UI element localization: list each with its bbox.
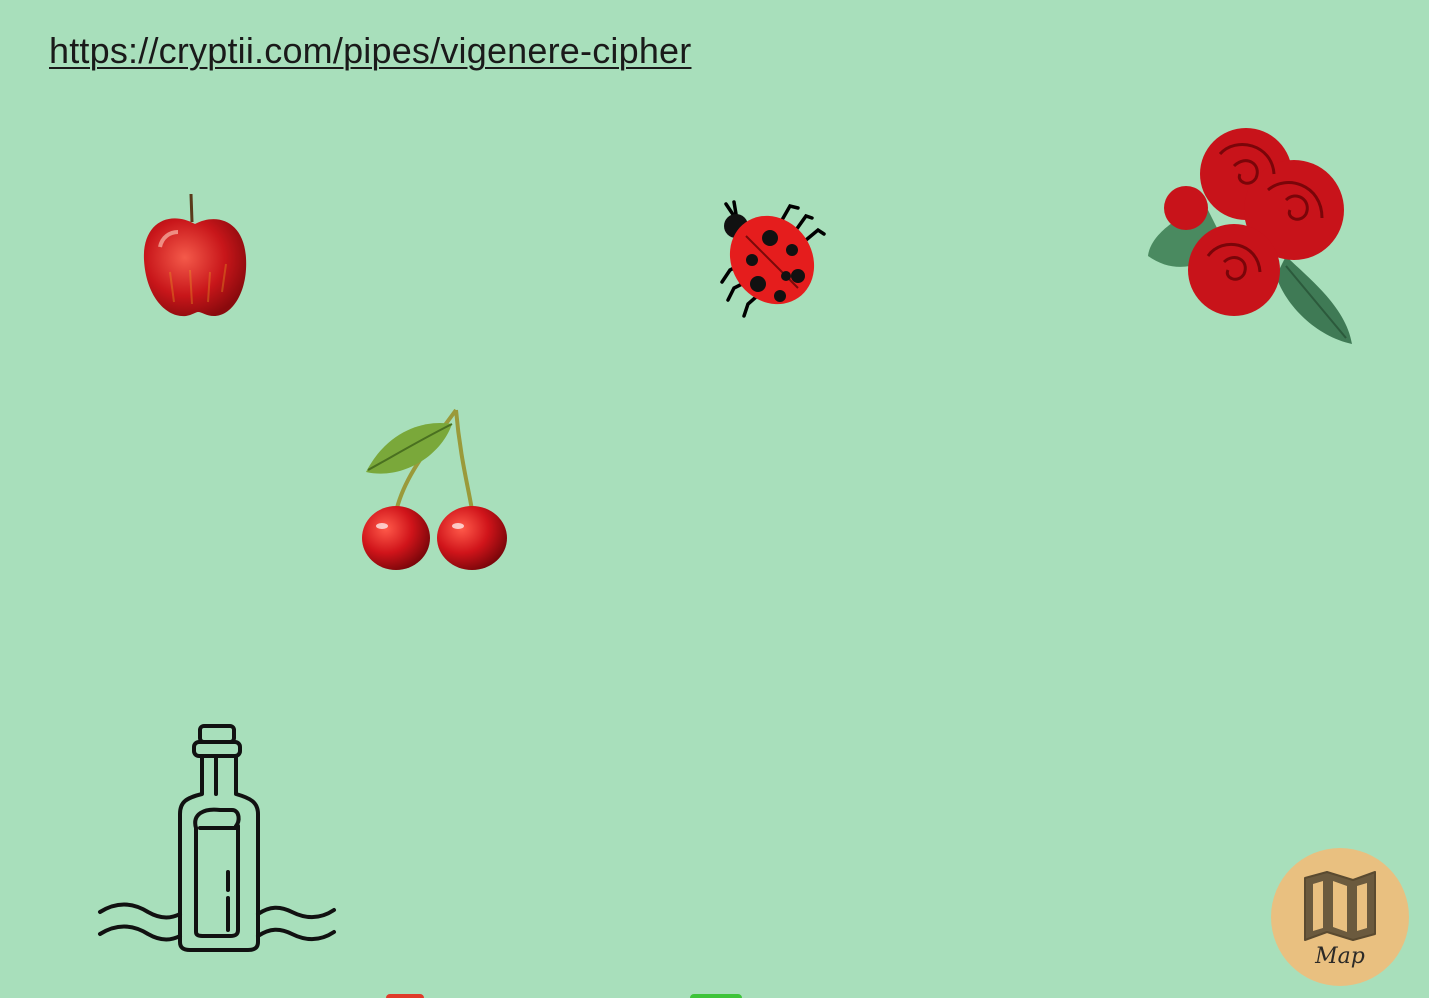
bottom-marker-green [690, 994, 742, 998]
bottom-marker-red [386, 994, 424, 998]
apple-item[interactable] [140, 192, 250, 320]
apple-icon [143, 193, 247, 317]
map-button[interactable]: Map [1271, 848, 1409, 986]
map-button-label: Map [1315, 944, 1365, 969]
roses-icon [1148, 128, 1352, 344]
map-icon [1304, 871, 1376, 941]
cherries-icon [362, 408, 507, 570]
bottle-item[interactable] [96, 722, 340, 956]
roses-item[interactable] [1146, 116, 1358, 348]
cherries-item[interactable] [360, 406, 510, 572]
bottle-icon [98, 724, 336, 952]
cipher-link[interactable]: https://cryptii.com/pipes/vigenere-ciphe… [49, 30, 691, 72]
ladybug-item[interactable] [712, 200, 830, 322]
ladybug-icon [720, 200, 826, 318]
